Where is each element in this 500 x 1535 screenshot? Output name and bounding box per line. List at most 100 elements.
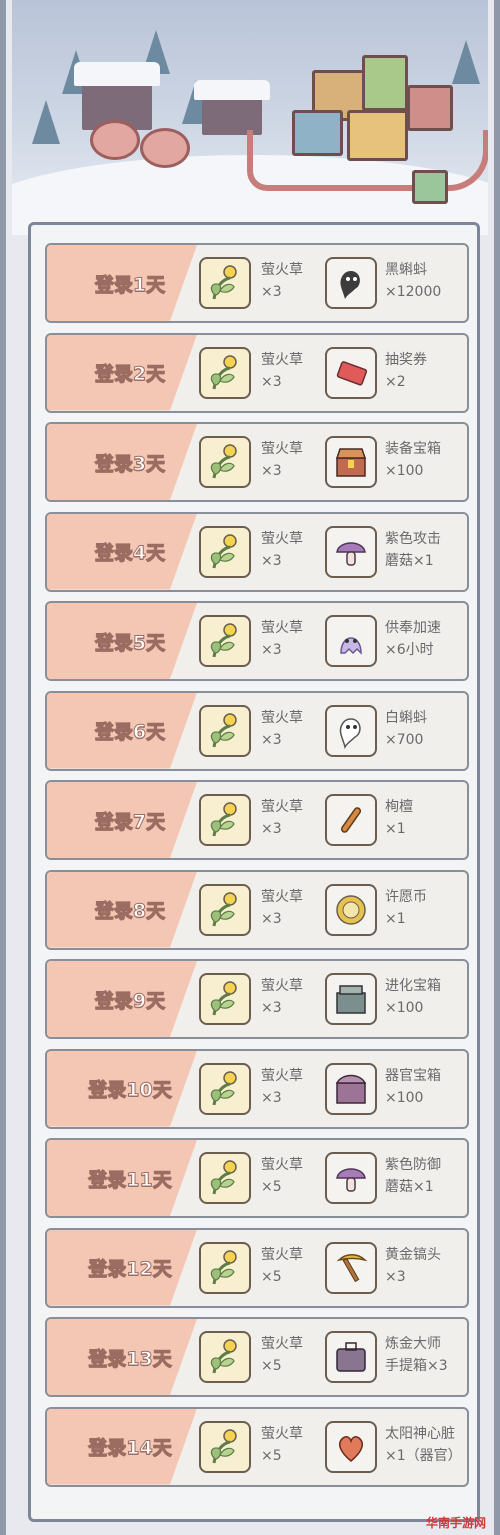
reward-row[interactable]: 登录3天 萤火草 ×3 装备宝箱 ×100: [45, 422, 469, 502]
reward-row[interactable]: 登录13天 萤火草 ×5 炼金大师 手提箱×3: [45, 1317, 469, 1397]
sandalwood-icon[interactable]: [325, 794, 377, 846]
reward2-qty: 蘑菇×1: [385, 552, 434, 569]
reward1-name: 萤火草: [261, 1425, 303, 1442]
reward-row[interactable]: 登录4天 萤火草 ×3 紫色攻击 蘑菇×1: [45, 511, 469, 592]
gift-icon: [362, 55, 408, 111]
firefly-grass-icon[interactable]: [199, 346, 251, 399]
reward2-text: 进化宝箱 ×100: [385, 975, 467, 1019]
firefly-grass-icon[interactable]: [199, 436, 251, 488]
day-label: 登录13天: [88, 1347, 172, 1370]
reward-row[interactable]: 登录1天 萤火草 ×3 黑蝌蚪 ×12000: [45, 243, 469, 323]
reward1-text: 萤火草 ×3: [261, 617, 321, 661]
purple-defense-mushroom-icon[interactable]: [325, 1152, 377, 1204]
reward1-text: 萤火草 ×3: [261, 886, 321, 930]
day-label: 登录6天: [94, 721, 166, 744]
reward2-name: 器官宝箱: [385, 1067, 441, 1084]
reward1-text: 萤火草 ×5: [261, 1154, 321, 1198]
reward2-text: 白蝌蚪 ×700: [385, 707, 467, 751]
reward1-qty: ×3: [261, 552, 282, 569]
gift-icon: [407, 85, 453, 131]
snail-icon: [140, 128, 190, 168]
login-reward-list: 登录1天 萤火草 ×3 黑蝌蚪 ×12000 登录2天 萤火草 ×3 抽奖券 ×…: [28, 222, 480, 1522]
reward2-text: 黑蝌蚪 ×12000: [385, 259, 467, 303]
reward2-qty: ×100: [385, 463, 424, 479]
firefly-grass-icon[interactable]: [199, 794, 251, 846]
reward-row[interactable]: 登录2天 萤火草 ×3 抽奖券 ×2: [45, 332, 469, 413]
lottery-ticket-icon[interactable]: [325, 346, 377, 399]
reward2-text: 栒檀 ×1: [385, 796, 467, 840]
firefly-grass-icon[interactable]: [199, 1241, 251, 1294]
day-label: 登录3天: [94, 452, 166, 475]
snail-icon: [90, 120, 140, 160]
offering-speedup-icon[interactable]: [325, 615, 377, 667]
reward1-qty: ×3: [261, 1000, 282, 1016]
gift-icon: [347, 110, 408, 161]
golden-pickaxe-icon[interactable]: [325, 1241, 377, 1294]
reward2-name: 炼金大师: [385, 1336, 441, 1352]
reward-row[interactable]: 登录9天 萤火草 ×3 进化宝箱 ×100: [45, 959, 469, 1039]
wish-coin-icon[interactable]: [325, 883, 377, 936]
day-label: 登录5天: [94, 631, 166, 654]
reward-row[interactable]: 登录8天 萤火草 ×3 许愿币 ×1: [45, 869, 469, 950]
reward2-qty: ×2: [385, 373, 406, 390]
reward1-qty: ×3: [261, 1089, 282, 1106]
organ-chest-icon[interactable]: [325, 1062, 377, 1115]
reward1-qty: ×5: [261, 1447, 282, 1464]
black-tadpole-icon[interactable]: [325, 257, 377, 309]
firefly-grass-icon[interactable]: [199, 257, 251, 309]
reward-row[interactable]: 登录7天 萤火草 ×3 栒檀 ×1: [45, 780, 469, 860]
reward1-name: 萤火草: [261, 888, 303, 905]
reward-row[interactable]: 登录14天 萤火草 ×5 太阳神心脏 ×1（器官）: [45, 1406, 469, 1487]
reward2-name: 装备宝箱: [385, 441, 441, 457]
equipment-chest-icon[interactable]: [325, 436, 377, 488]
reward1-qty: ×3: [261, 463, 282, 479]
reward2-text: 紫色攻击 蘑菇×1: [385, 528, 467, 572]
day-label: 登录11天: [88, 1168, 172, 1191]
reward2-name: 紫色防御: [385, 1157, 441, 1173]
reward2-name: 许愿币: [385, 888, 427, 905]
reward2-qty: ×700: [385, 731, 424, 748]
firefly-grass-icon[interactable]: [199, 1152, 251, 1204]
gift-icon: [412, 170, 448, 204]
reward2-name: 太阳神心脏: [385, 1425, 455, 1442]
firefly-grass-icon[interactable]: [199, 973, 251, 1025]
firefly-grass-icon[interactable]: [199, 1062, 251, 1115]
reward-row[interactable]: 登录5天 萤火草 ×3 供奉加速 ×6小时: [45, 601, 469, 681]
page-frame: 登录1天 萤火草 ×3 黑蝌蚪 ×12000 登录2天 萤火草 ×3 抽奖券 ×…: [0, 0, 500, 1535]
white-tadpole-icon[interactable]: [325, 704, 377, 757]
reward2-text: 黄金镐头 ×3: [385, 1244, 467, 1288]
evolution-chest-icon[interactable]: [325, 973, 377, 1025]
firefly-grass-icon[interactable]: [199, 615, 251, 667]
reward1-qty: ×3: [261, 284, 282, 300]
day-label: 登录12天: [88, 1258, 172, 1281]
reward-row[interactable]: 登录12天 萤火草 ×5 黄金镐头 ×3: [45, 1227, 469, 1308]
reward-row[interactable]: 登录11天 萤火草 ×5 紫色防御 蘑菇×1: [45, 1138, 469, 1218]
reward1-name: 萤火草: [261, 978, 303, 994]
reward1-name: 萤火草: [261, 620, 303, 636]
reward2-qty: 手提箱×3: [385, 1358, 448, 1374]
firefly-grass-icon[interactable]: [199, 525, 251, 578]
reward1-name: 萤火草: [261, 799, 303, 815]
day-label: 登录1天: [94, 273, 166, 296]
day-label: 登录10天: [88, 1079, 172, 1102]
sun-god-heart-icon[interactable]: [325, 1420, 377, 1473]
reward1-qty: ×3: [261, 910, 282, 927]
firefly-grass-icon[interactable]: [199, 1331, 251, 1383]
alchemy-suitcase-icon[interactable]: [325, 1331, 377, 1383]
reward1-qty: ×3: [261, 821, 282, 837]
purple-attack-mushroom-icon[interactable]: [325, 525, 377, 578]
reward2-name: 白蝌蚪: [385, 709, 427, 726]
day-label: 登录8天: [94, 900, 166, 923]
firefly-grass-icon[interactable]: [199, 704, 251, 757]
day-label: 登录14天: [88, 1437, 172, 1460]
reward1-name: 萤火草: [261, 351, 303, 368]
reward-row[interactable]: 登录6天 萤火草 ×3 白蝌蚪 ×700: [45, 690, 469, 771]
firefly-grass-icon[interactable]: [199, 1420, 251, 1473]
reward1-text: 萤火草 ×3: [261, 528, 321, 572]
reward2-name: 黑蝌蚪: [385, 262, 427, 278]
reward-row[interactable]: 登录10天 萤火草 ×3 器官宝箱 ×100: [45, 1048, 469, 1129]
reward1-text: 萤火草 ×3: [261, 1065, 321, 1109]
firefly-grass-icon[interactable]: [199, 883, 251, 936]
day-label: 登录9天: [94, 989, 166, 1012]
reward1-qty: ×5: [261, 1268, 282, 1285]
